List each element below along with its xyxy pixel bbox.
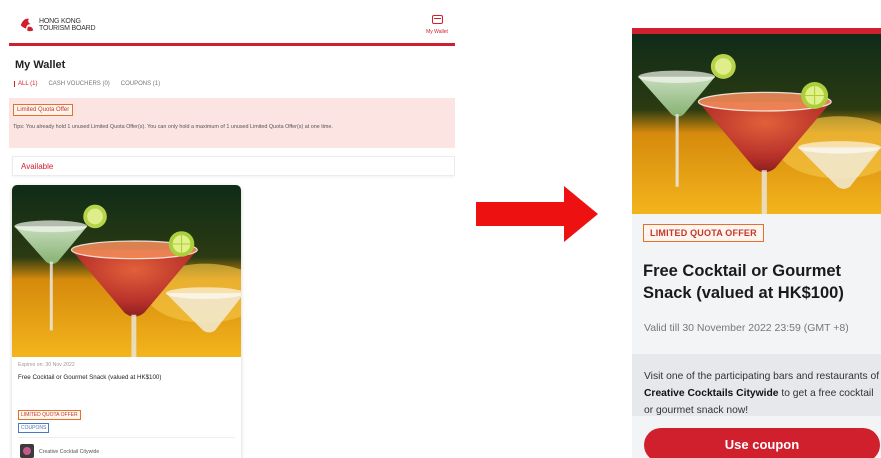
tips-banner: Limited Quota Offer Tips: You already ho… (9, 98, 455, 148)
desc-merchant-bold: Creative Cocktails Citywide (644, 388, 779, 399)
coupon-description: Visit one of the participating bars and … (644, 368, 880, 419)
page-title: My Wallet (15, 59, 66, 71)
card-expiry: Expires on: 30 Nov 2022 (18, 362, 75, 368)
card-divider (18, 437, 235, 438)
use-coupon-button[interactable]: Use coupon (644, 428, 880, 458)
tag-coupons: COUPONS (18, 423, 50, 433)
tab-all[interactable]: ALL (1) (14, 81, 37, 87)
hktb-logo-icon (20, 18, 34, 32)
coupon-card[interactable]: Expires on: 30 Nov 2022 Free Cocktail or… (12, 185, 241, 458)
logo-text: HONG KONG TOURISM BOARD (39, 18, 96, 32)
logo-line1: HONG KONG (39, 18, 81, 25)
merchant-name: Creative Cocktail Citywide (39, 449, 100, 455)
tab-cash-vouchers[interactable]: CASH VOUCHERS (0) (45, 81, 109, 87)
merchant-logo (20, 444, 34, 458)
card-title: Free Cocktail or Gourmet Snack (valued a… (18, 374, 162, 381)
my-wallet-nav-label: My Wallet (426, 29, 448, 35)
logo-line2: TOURISM BOARD (39, 25, 96, 32)
available-section-header: Available (12, 156, 455, 176)
available-label: Available (21, 162, 54, 171)
wallet-page: HONG KONG TOURISM BOARD My Wallet My Wal… (9, 10, 455, 458)
screenshot-root: HONG KONG TOURISM BOARD My Wallet My Wal… (0, 0, 881, 458)
tips-text: Tips: You already hold 1 unused Limited … (13, 124, 333, 130)
wallet-tabs: ALL (1) CASH VOUCHERS (0) COUPONS (1) (14, 81, 168, 87)
desc-text-1: Visit one of the participating bars and … (644, 371, 880, 382)
coupon-validity: Valid till 30 November 2022 23:59 (GMT +… (644, 322, 849, 334)
site-header: HONG KONG TOURISM BOARD My Wallet (9, 10, 455, 46)
tag-limited-quota: LIMITED QUOTA OFFER (18, 410, 81, 420)
coupon-detail: LIMITED QUOTA OFFER Free Cocktail or Gou… (632, 28, 881, 458)
right-arrow-icon (476, 186, 598, 242)
hktb-logo[interactable]: HONG KONG TOURISM BOARD (18, 16, 96, 34)
my-wallet-nav-button[interactable]: My Wallet (423, 15, 451, 35)
limited-quota-badge: Limited Quota Offer (13, 104, 74, 116)
cocktail-image (12, 185, 241, 357)
cocktail-image-large (632, 34, 881, 214)
tab-coupons[interactable]: COUPONS (1) (118, 81, 160, 87)
coupon-title: Free Cocktail or Gourmet Snack (valued a… (643, 262, 844, 302)
limited-quota-badge-large: LIMITED QUOTA OFFER (643, 224, 764, 242)
wallet-icon (431, 15, 443, 24)
